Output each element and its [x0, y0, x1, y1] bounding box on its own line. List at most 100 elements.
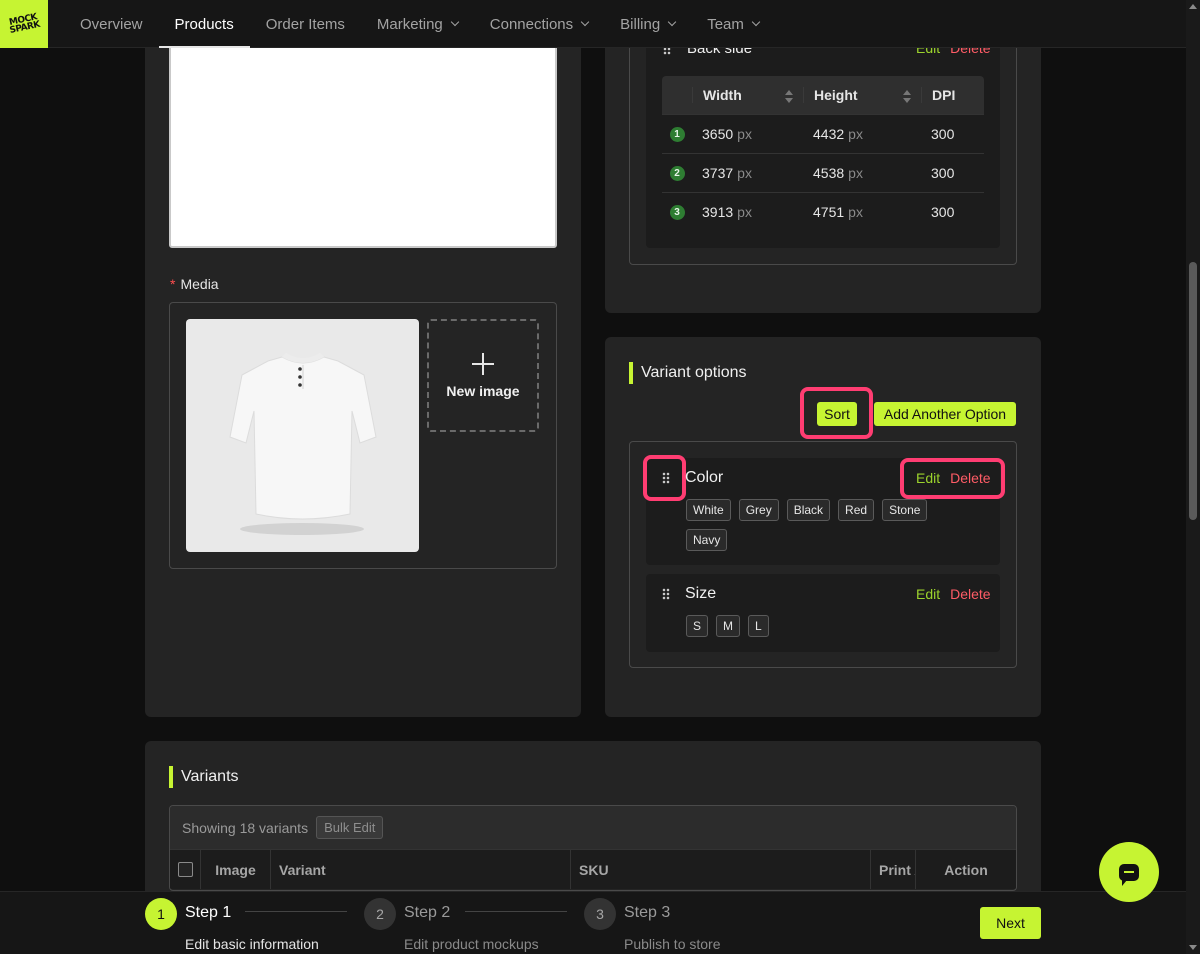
variants-heading: Variants [169, 766, 239, 788]
chevron-down-icon [580, 17, 590, 27]
step-title: Step 1 [185, 904, 232, 921]
value-tag: M [716, 615, 741, 637]
step-2[interactable]: 2 Step 2 Edit product mockups [364, 898, 539, 952]
column-dpi: DPI [921, 87, 984, 103]
column-sku: SKU [571, 850, 871, 889]
mockspark-logo[interactable]: MOCK SPARK [0, 0, 48, 48]
option-values: SML [686, 615, 956, 645]
column-label: SKU [579, 861, 609, 878]
scroll-up-arrow-icon[interactable] [1189, 4, 1197, 9]
step-number: 1 [145, 898, 177, 930]
edit-delete-highlight [900, 458, 1005, 499]
chevron-down-icon [450, 17, 460, 27]
unit-label: px [848, 204, 863, 220]
top-nav: MOCK SPARK Overview Products Order Items… [0, 0, 1186, 48]
height-value: 4751 [813, 204, 845, 220]
dpi-value: 300 [931, 165, 955, 181]
nav-items: Overview Products Order Items Marketing … [64, 0, 775, 48]
add-option-button[interactable]: Add Another Option [874, 402, 1016, 426]
width-value: 3913 [702, 204, 734, 220]
accent-bar [629, 362, 633, 384]
chevron-down-icon [667, 17, 677, 27]
chat-support-button[interactable] [1099, 842, 1159, 902]
variants-toolbar: Showing 18 variants Bulk Edit [170, 806, 1016, 849]
value-tag: Navy [686, 529, 728, 551]
scrollbar-thumb[interactable] [1189, 262, 1197, 520]
column-print-area: Print A [871, 850, 916, 889]
unit-label: px [848, 165, 863, 181]
row-number-badge: 3 [669, 204, 685, 220]
section-title: Variants [181, 768, 239, 785]
unit-label: px [737, 165, 752, 181]
value-tag: Black [786, 499, 831, 521]
nav-products[interactable]: Products [158, 0, 250, 48]
nav-label: Order Items [265, 15, 345, 33]
nav-label: Connections [489, 15, 574, 33]
column-action: Action [916, 850, 1016, 889]
logo-text: MOCK SPARK [8, 12, 41, 36]
chat-icon [1119, 863, 1139, 886]
width-value: 3737 [702, 165, 734, 181]
unit-label: px [737, 204, 752, 220]
value-tag: White [686, 499, 731, 521]
variants-table: Showing 18 variants Bulk Edit Image Vari… [169, 805, 1017, 891]
step-3[interactable]: 3 Step 3 Publish to store [584, 898, 721, 952]
step-connector [245, 911, 347, 912]
step-1[interactable]: 1 Step 1 Edit basic information [145, 898, 319, 952]
height-value: 4432 [813, 126, 845, 142]
column-width[interactable]: Width [692, 87, 803, 103]
scroll-down-arrow-icon[interactable] [1189, 945, 1197, 950]
variants-table-header: Image Variant SKU Print A Action [170, 849, 1016, 889]
bulk-edit-button[interactable]: Bulk Edit [316, 816, 384, 839]
sort-icon[interactable] [903, 90, 911, 104]
column-label: Variant [279, 861, 326, 878]
nav-label: Marketing [376, 15, 443, 33]
table-header: Width Height DPI [662, 76, 984, 114]
nav-marketing[interactable]: Marketing [361, 0, 474, 48]
column-label: Image [215, 861, 256, 878]
description-editor[interactable] [169, 40, 557, 248]
sort-highlight [800, 387, 873, 439]
nav-order-items[interactable]: Order Items [250, 0, 361, 48]
option-name: Size [685, 585, 717, 602]
width-value: 3650 [702, 126, 734, 142]
section-title: Variant options [641, 364, 747, 381]
sort-icon[interactable] [785, 90, 793, 104]
variants-count: Showing 18 variants [182, 819, 309, 836]
new-image-button[interactable]: New image [427, 319, 539, 432]
drag-handle-highlight [643, 455, 686, 501]
column-height[interactable]: Height [803, 87, 921, 103]
tshirt-image [229, 353, 377, 535]
page-scrollbar[interactable] [1186, 0, 1200, 954]
step-title: Step 3 [624, 904, 671, 921]
table-row: 3 3913 px 4751 px 300 [662, 192, 984, 231]
product-image-tshirt[interactable] [186, 319, 419, 552]
column-label: Width [703, 87, 742, 103]
value-tag: Red [838, 499, 875, 521]
value-tag: Stone [882, 499, 928, 521]
unit-label: px [737, 126, 752, 142]
select-all-checkbox[interactable] [177, 862, 193, 877]
dpi-value: 300 [931, 126, 955, 142]
value-tag: L [748, 615, 769, 637]
drag-handle-icon[interactable] [662, 588, 670, 600]
media-label: * Media [170, 276, 219, 292]
step-number: 2 [364, 898, 396, 930]
media-label-text: Media [180, 276, 219, 292]
nav-billing[interactable]: Billing [604, 0, 691, 48]
step-description: Publish to store [624, 936, 721, 952]
delete-link[interactable]: Delete [950, 586, 990, 602]
step-connector [465, 911, 567, 912]
column-label: DPI [932, 87, 956, 103]
next-button[interactable]: Next [980, 907, 1041, 939]
next-label: Next [996, 915, 1025, 931]
nav-label: Overview [80, 15, 143, 33]
value-tag: Grey [738, 499, 779, 521]
step-title: Step 2 [404, 904, 451, 921]
nav-overview[interactable]: Overview [64, 0, 159, 48]
edit-link[interactable]: Edit [916, 586, 940, 602]
nav-connections[interactable]: Connections [474, 0, 604, 48]
new-image-label: New image [446, 382, 520, 399]
nav-team[interactable]: Team [691, 0, 775, 48]
option-actions: Edit Delete [916, 586, 991, 602]
